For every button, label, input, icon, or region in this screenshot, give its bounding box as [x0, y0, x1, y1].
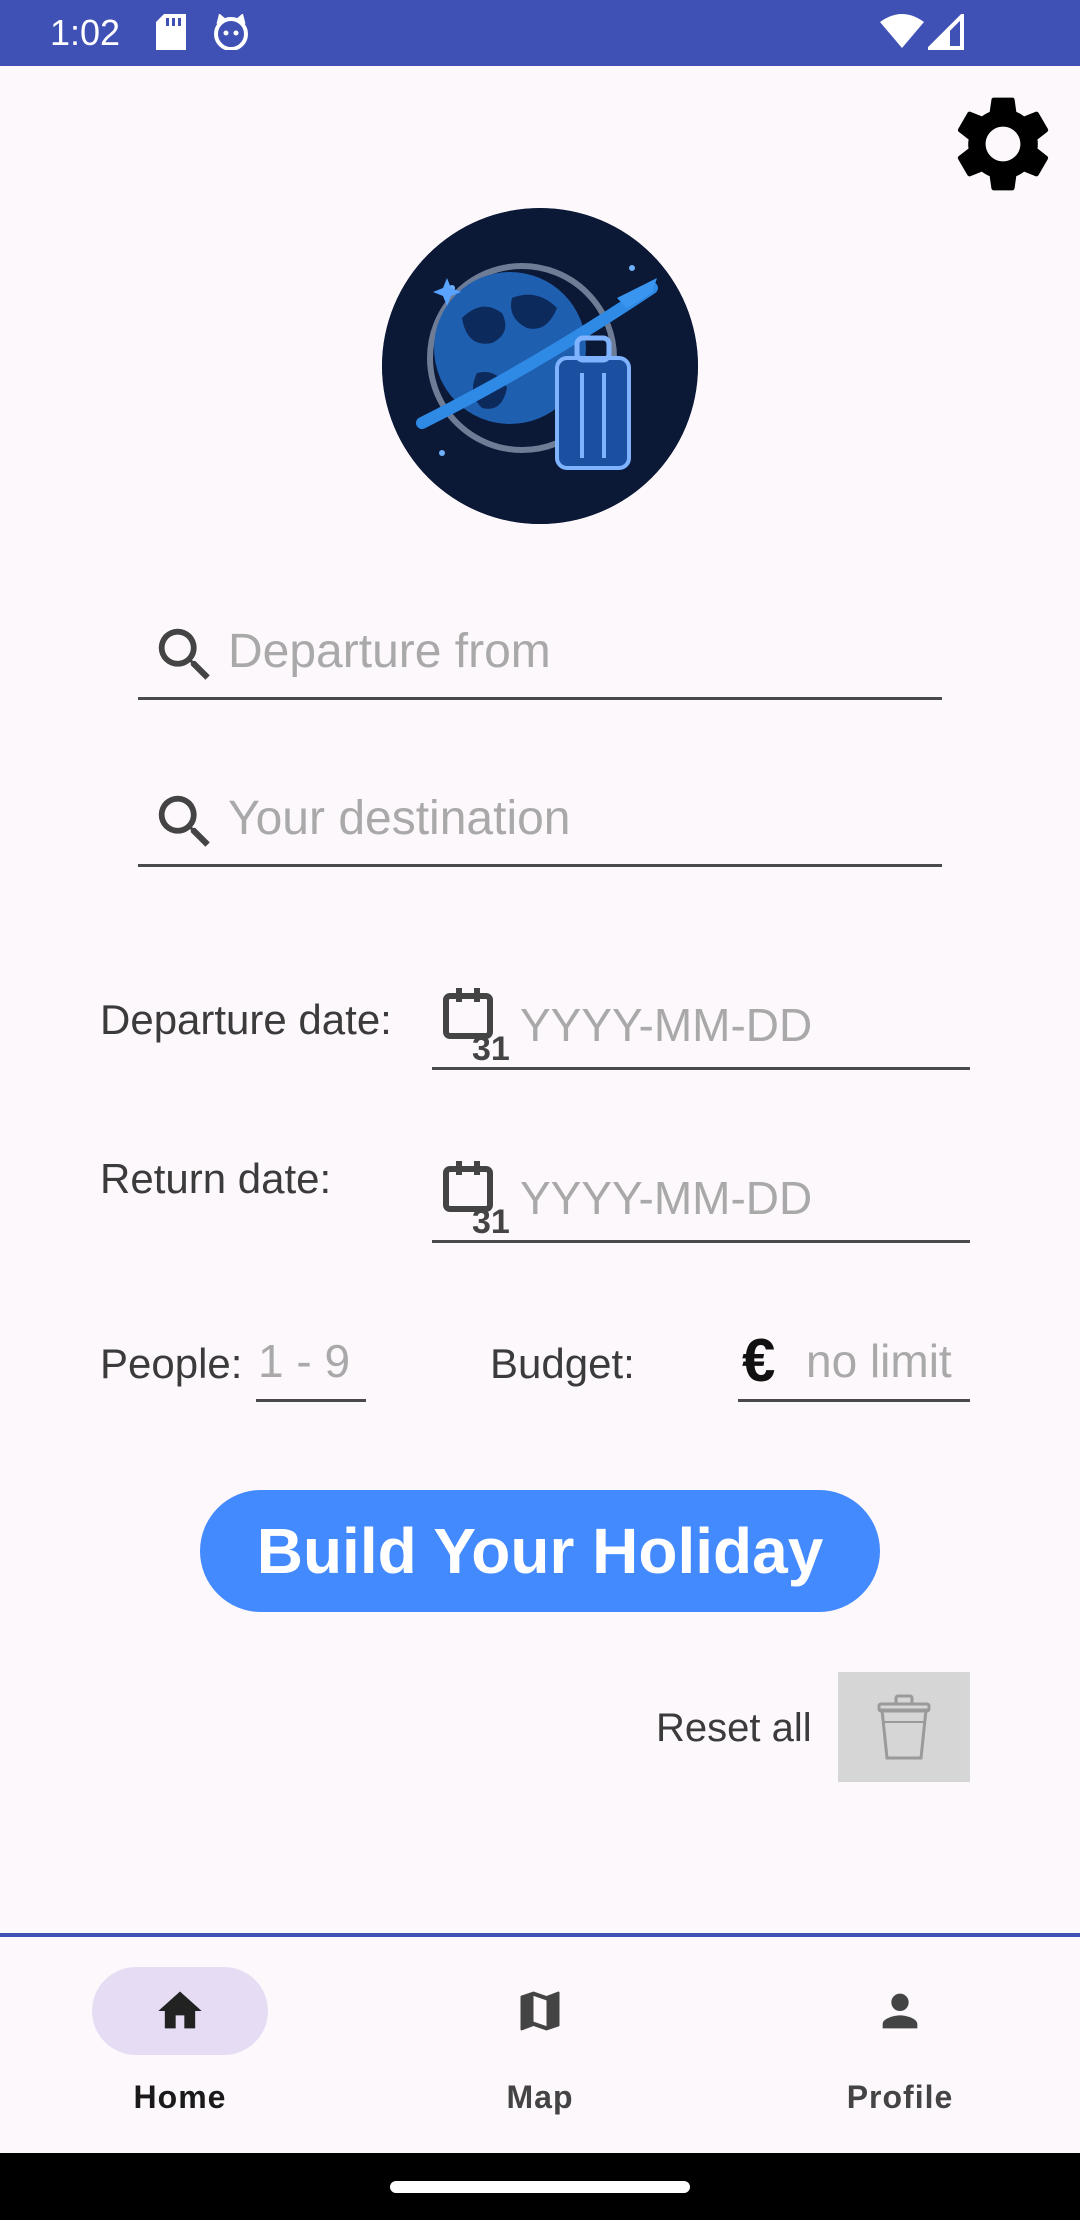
status-time: 1:02 — [50, 12, 121, 53]
svg-text:31: 31 — [472, 1203, 510, 1237]
nav-item-profile[interactable]: Profile — [720, 1937, 1080, 2153]
gear-icon — [957, 97, 1049, 191]
departure-date-input[interactable]: 31 YYYY-MM-DD — [432, 980, 970, 1070]
reset-all-button[interactable] — [838, 1672, 970, 1782]
return-date-input[interactable]: 31 YYYY-MM-DD — [432, 1153, 970, 1243]
people-placeholder: 1 - 9 — [258, 1335, 351, 1387]
euro-icon: € — [742, 1327, 776, 1394]
destination-input[interactable]: Your destination — [138, 771, 942, 867]
return-date-label: Return date: — [100, 1155, 332, 1202]
calendar-icon: 31 — [443, 988, 510, 1064]
app-logo — [382, 208, 698, 524]
person-icon — [882, 1993, 918, 2029]
gesture-bar — [0, 2153, 1080, 2220]
cat-icon — [212, 13, 250, 55]
departure-from-input[interactable]: Departure from — [138, 604, 942, 700]
nav-label-profile: Profile — [846, 2079, 954, 2115]
nav-label-map: Map — [506, 2079, 574, 2115]
departure-date-label: Departure date: — [100, 996, 392, 1043]
wifi-icon — [880, 14, 924, 55]
reset-all-label: Reset all — [656, 1706, 812, 1750]
destination-placeholder: Your destination — [228, 792, 571, 845]
budget-label: Budget: — [490, 1340, 635, 1387]
nav-item-home[interactable]: Home — [0, 1937, 360, 2153]
build-holiday-button[interactable]: Build Your Holiday — [200, 1490, 880, 1612]
trash-icon — [877, 1694, 931, 1760]
departure-date-placeholder: YYYY-MM-DD — [520, 999, 813, 1051]
home-gesture-handle[interactable] — [390, 2181, 690, 2193]
map-icon — [520, 1991, 560, 2031]
nav-item-map[interactable]: Map — [360, 1937, 720, 2153]
people-input[interactable]: 1 - 9 — [256, 1326, 366, 1402]
home-icon — [158, 1991, 202, 2029]
budget-input[interactable]: € no limit — [738, 1326, 970, 1402]
settings-button[interactable] — [945, 86, 1061, 202]
svg-text:31: 31 — [472, 1030, 510, 1064]
search-icon — [158, 628, 210, 680]
budget-placeholder: no limit — [806, 1335, 952, 1387]
nav-label-home: Home — [133, 2079, 227, 2115]
travel-globe-suitcase-logo — [382, 208, 698, 524]
sd-card-icon — [156, 14, 186, 55]
bottom-nav: Home Map Profile — [0, 1937, 1080, 2153]
departure-from-placeholder: Departure from — [228, 625, 551, 678]
people-label: People: — [100, 1340, 243, 1387]
status-bar: 1:02 — [0, 0, 1080, 66]
signal-icon — [925, 11, 964, 55]
return-date-placeholder: YYYY-MM-DD — [520, 1172, 813, 1224]
calendar-icon: 31 — [443, 1161, 510, 1237]
search-icon — [158, 795, 210, 847]
